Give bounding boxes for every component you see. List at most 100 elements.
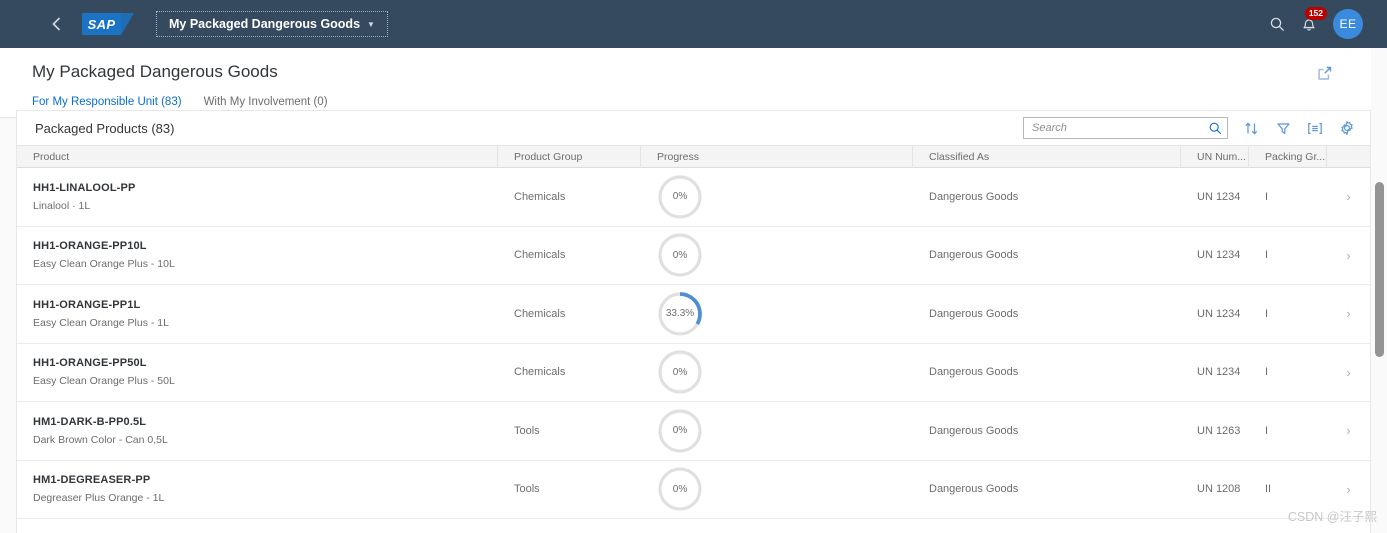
chevron-right-icon[interactable]: › bbox=[1346, 423, 1350, 438]
sap-logo-tail bbox=[121, 13, 134, 35]
table-toolbar-actions bbox=[1023, 117, 1356, 139]
sap-logo-box: SAP bbox=[82, 13, 121, 35]
chevron-right-icon[interactable]: › bbox=[1346, 189, 1350, 204]
cell-navigation[interactable]: › bbox=[1327, 365, 1370, 380]
cell-packing-group: I bbox=[1265, 424, 1269, 437]
cell-product-group: Chemicals bbox=[514, 307, 566, 320]
packaged-products-table-container: Packaged Products (83) Search Product Pr… bbox=[16, 110, 1371, 533]
progress-label: 0% bbox=[672, 366, 688, 378]
progress-ring: 0% bbox=[657, 408, 703, 454]
product-description: Linalool · 1L bbox=[33, 199, 91, 212]
column-header-classified-as[interactable]: Classified As bbox=[913, 145, 1181, 168]
chevron-right-icon[interactable]: › bbox=[1346, 365, 1350, 380]
progress-ring: 33.3% bbox=[657, 291, 703, 337]
column-header-product-group[interactable]: Product Group bbox=[498, 145, 641, 168]
shell-search-button[interactable] bbox=[1270, 17, 1285, 32]
table-header-row: Product Product Group Progress Classifie… bbox=[17, 145, 1370, 168]
column-header-navigation bbox=[1327, 145, 1370, 168]
cell-navigation[interactable]: › bbox=[1327, 482, 1370, 497]
share-button[interactable] bbox=[1313, 62, 1335, 84]
progress-ring: 0% bbox=[657, 174, 703, 220]
cell-product-group: Tools bbox=[514, 424, 540, 437]
chevron-down-icon: ▼ bbox=[367, 19, 375, 29]
cell-un-number: UN 1208 bbox=[1197, 483, 1241, 496]
product-id: HH1-ORANGE-PP1L bbox=[33, 298, 141, 311]
search-field[interactable] bbox=[1023, 117, 1228, 139]
column-header-progress[interactable]: Progress bbox=[641, 145, 913, 168]
gear-icon bbox=[1341, 121, 1353, 135]
table-row[interactable]: HM1-DEGREASER-PP Degreaser Plus Orange -… bbox=[17, 460, 1370, 519]
shell-bar: SAP My Packaged Dangerous Goods ▼ 152 EE bbox=[0, 0, 1387, 48]
tab-label: For My Responsible Unit (83) bbox=[32, 96, 182, 108]
cell-classified-as: Dangerous Goods bbox=[929, 424, 1019, 437]
settings-button[interactable] bbox=[1338, 119, 1356, 137]
notifications-badge: 152 bbox=[1304, 7, 1327, 20]
cell-un-number: UN 1234 bbox=[1197, 307, 1241, 320]
product-id: HH1-ORANGE-PP10L bbox=[33, 240, 147, 253]
vertical-scrollbar-track[interactable] bbox=[1371, 48, 1387, 533]
share-export-icon bbox=[1317, 66, 1331, 80]
cell-progress: 0% bbox=[641, 408, 913, 454]
cell-classified-as: Dangerous Goods bbox=[929, 366, 1019, 379]
cell-classified-as: Dangerous Goods bbox=[929, 190, 1019, 203]
progress-label: 0% bbox=[672, 249, 688, 261]
search-icon bbox=[1270, 17, 1285, 31]
group-button[interactable] bbox=[1306, 119, 1324, 137]
cell-navigation[interactable]: › bbox=[1327, 189, 1370, 204]
shell-bar-actions: 152 EE bbox=[1270, 7, 1373, 39]
cell-packing-group: I bbox=[1265, 249, 1269, 262]
vertical-scrollbar-thumb[interactable] bbox=[1375, 182, 1384, 357]
sap-logo[interactable]: SAP bbox=[82, 13, 134, 35]
cell-packing-group: II bbox=[1265, 483, 1272, 496]
notifications-button[interactable]: 152 bbox=[1301, 7, 1327, 32]
cell-progress: 0% bbox=[641, 466, 913, 512]
app-title-label: My Packaged Dangerous Goods bbox=[169, 17, 361, 31]
watermark: CSDN @汪子熙 bbox=[1287, 510, 1377, 524]
cell-navigation[interactable]: › bbox=[1327, 248, 1370, 263]
tab-label: With My Involvement (0) bbox=[203, 96, 328, 108]
column-header-packing-group[interactable]: Packing Gr... bbox=[1249, 145, 1327, 168]
cell-navigation[interactable]: › bbox=[1327, 423, 1370, 438]
column-header-un-number[interactable]: UN Num... bbox=[1181, 145, 1249, 168]
search-input[interactable] bbox=[1032, 122, 1209, 134]
progress-ring: 0% bbox=[657, 232, 703, 278]
chevron-right-icon[interactable]: › bbox=[1346, 482, 1350, 497]
app-title-selector[interactable]: My Packaged Dangerous Goods ▼ bbox=[156, 11, 388, 37]
cell-product-group: Chemicals bbox=[514, 366, 566, 379]
progress-label: 0% bbox=[672, 483, 688, 495]
cell-product: HM1-DEGREASER-PP Degreaser Plus Orange -… bbox=[17, 474, 498, 504]
product-description: Easy Clean Orange Plus - 50L bbox=[33, 375, 175, 388]
chevron-right-icon[interactable]: › bbox=[1346, 248, 1350, 263]
cell-classified-as: Dangerous Goods bbox=[929, 307, 1019, 320]
cell-un-number: UN 1234 bbox=[1197, 249, 1241, 262]
sort-icon bbox=[1244, 122, 1257, 134]
chevron-right-icon[interactable]: › bbox=[1346, 306, 1350, 321]
table-row[interactable]: HH1-ORANGE-PP50L Easy Clean Orange Plus … bbox=[17, 343, 1370, 402]
cell-packing-group: I bbox=[1265, 366, 1269, 379]
table-row[interactable]: HH1-LINALOOL-PP Linalool · 1L Chemicals … bbox=[17, 168, 1370, 227]
search-icon[interactable] bbox=[1209, 122, 1222, 135]
product-description: Easy Clean Orange Plus - 10L bbox=[33, 258, 175, 271]
cell-product-group: Chemicals bbox=[514, 249, 566, 262]
cell-product: HH1-ORANGE-PP10L Easy Clean Orange Plus … bbox=[17, 240, 498, 270]
cell-navigation[interactable]: › bbox=[1327, 306, 1370, 321]
chevron-left-icon bbox=[51, 17, 60, 31]
filter-button[interactable] bbox=[1274, 119, 1292, 137]
table-row[interactable]: HH1-ORANGE-PP1L Easy Clean Orange Plus -… bbox=[17, 285, 1370, 344]
sort-button[interactable] bbox=[1242, 119, 1260, 137]
avatar[interactable]: EE bbox=[1333, 9, 1363, 39]
cell-un-number: UN 1234 bbox=[1197, 190, 1241, 203]
progress-label: 0% bbox=[672, 191, 688, 203]
progress-label: 0% bbox=[672, 425, 688, 437]
cell-un-number: UN 1234 bbox=[1197, 366, 1241, 379]
table-row[interactable]: HM1-DARK-B-PP0.5L Dark Brown Color - Can… bbox=[17, 402, 1370, 461]
back-button[interactable] bbox=[42, 10, 70, 38]
column-header-product[interactable]: Product bbox=[17, 145, 498, 168]
product-id: HH1-LINALOOL-PP bbox=[33, 181, 136, 194]
avatar-initials: EE bbox=[1339, 17, 1357, 31]
page-title: My Packaged Dangerous Goods bbox=[32, 62, 278, 81]
cell-product: HH1-ORANGE-PP50L Easy Clean Orange Plus … bbox=[17, 357, 498, 387]
table-row[interactable]: HH1-ORANGE-PP10L Easy Clean Orange Plus … bbox=[17, 226, 1370, 285]
progress-ring: 0% bbox=[657, 349, 703, 395]
table-title: Packaged Products (83) bbox=[35, 120, 175, 136]
